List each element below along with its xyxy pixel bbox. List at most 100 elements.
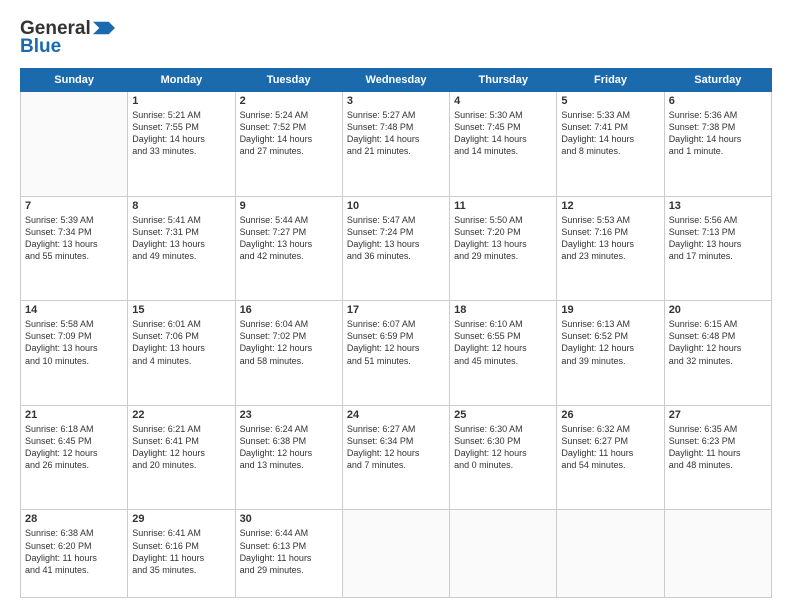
- day-number: 17: [347, 304, 445, 316]
- calendar-table: SundayMondayTuesdayWednesdayThursdayFrid…: [20, 68, 772, 598]
- day-number: 2: [240, 95, 338, 107]
- calendar-cell: 5 Sunrise: 5:33 AM Sunset: 7:41 PM Daylig…: [557, 92, 664, 197]
- day-content: Sunrise: 5:50 AM Sunset: 7:20 PM Dayligh…: [454, 214, 552, 263]
- day-content: Sunrise: 5:39 AM Sunset: 7:34 PM Dayligh…: [25, 214, 123, 263]
- day-number: 8: [132, 200, 230, 212]
- day-content: Sunrise: 5:21 AM Sunset: 7:55 PM Dayligh…: [132, 109, 230, 158]
- calendar-cell: 14Sunrise: 5:58 AM Sunset: 7:09 PM Dayli…: [21, 301, 128, 406]
- day-header-tuesday: Tuesday: [235, 69, 342, 92]
- calendar-cell: [450, 510, 557, 598]
- day-content: Sunrise: 5:33 AM Sunset: 7:41 PM Dayligh…: [561, 109, 659, 158]
- calendar-cell: 4 Sunrise: 5:30 AM Sunset: 7:45 PM Daylig…: [450, 92, 557, 197]
- calendar-cell: 6 Sunrise: 5:36 AM Sunset: 7:38 PM Daylig…: [664, 92, 771, 197]
- day-content: Sunrise: 5:44 AM Sunset: 7:27 PM Dayligh…: [240, 214, 338, 263]
- day-content: Sunrise: 5:36 AM Sunset: 7:38 PM Dayligh…: [669, 109, 767, 158]
- calendar-cell: 25Sunrise: 6:30 AM Sunset: 6:30 PM Dayli…: [450, 405, 557, 510]
- day-content: Sunrise: 5:24 AM Sunset: 7:52 PM Dayligh…: [240, 109, 338, 158]
- day-number: 29: [132, 513, 230, 525]
- day-number: 21: [25, 409, 123, 421]
- day-content: Sunrise: 6:07 AM Sunset: 6:59 PM Dayligh…: [347, 318, 445, 367]
- day-content: Sunrise: 6:21 AM Sunset: 6:41 PM Dayligh…: [132, 423, 230, 472]
- day-number: 22: [132, 409, 230, 421]
- day-number: 13: [669, 200, 767, 212]
- day-number: 11: [454, 200, 552, 212]
- calendar-cell: 16 Sunrise: 6:04 AM Sunset: 7:02 PM Dayli…: [235, 301, 342, 406]
- calendar-cell: 15 Sunrise: 6:01 AM Sunset: 7:06 PM Dayli…: [128, 301, 235, 406]
- day-number: 3: [347, 95, 445, 107]
- day-number: 12: [561, 200, 659, 212]
- logo-arrow-icon: [93, 21, 115, 35]
- calendar-cell: 1 Sunrise: 5:21 AM Sunset: 7:55 PM Daylig…: [128, 92, 235, 197]
- calendar-cell: 29 Sunrise: 6:41 AM Sunset: 6:16 PM Dayli…: [128, 510, 235, 598]
- day-content: Sunrise: 6:10 AM Sunset: 6:55 PM Dayligh…: [454, 318, 552, 367]
- calendar-cell: 2 Sunrise: 5:24 AM Sunset: 7:52 PM Daylig…: [235, 92, 342, 197]
- day-content: Sunrise: 6:24 AM Sunset: 6:38 PM Dayligh…: [240, 423, 338, 472]
- day-number: 28: [25, 513, 123, 525]
- day-content: Sunrise: 6:35 AM Sunset: 6:23 PM Dayligh…: [669, 423, 767, 472]
- day-header-thursday: Thursday: [450, 69, 557, 92]
- logo: General Blue: [20, 18, 115, 58]
- calendar-cell: [21, 92, 128, 197]
- day-header-friday: Friday: [557, 69, 664, 92]
- day-number: 27: [669, 409, 767, 421]
- day-number: 1: [132, 95, 230, 107]
- day-header-wednesday: Wednesday: [342, 69, 449, 92]
- calendar-week-1: 1 Sunrise: 5:21 AM Sunset: 7:55 PM Daylig…: [21, 92, 772, 197]
- calendar-cell: 18 Sunrise: 6:10 AM Sunset: 6:55 PM Dayli…: [450, 301, 557, 406]
- day-content: Sunrise: 6:18 AM Sunset: 6:45 PM Dayligh…: [25, 423, 123, 472]
- calendar-cell: 26 Sunrise: 6:32 AM Sunset: 6:27 PM Dayli…: [557, 405, 664, 510]
- calendar-body: 1 Sunrise: 5:21 AM Sunset: 7:55 PM Daylig…: [21, 92, 772, 598]
- day-number: 16: [240, 304, 338, 316]
- calendar-cell: 22 Sunrise: 6:21 AM Sunset: 6:41 PM Dayli…: [128, 405, 235, 510]
- logo-blue: Blue: [20, 36, 61, 58]
- day-number: 20: [669, 304, 767, 316]
- day-content: Sunrise: 5:58 AM Sunset: 7:09 PM Dayligh…: [25, 318, 123, 367]
- day-content: Sunrise: 6:32 AM Sunset: 6:27 PM Dayligh…: [561, 423, 659, 472]
- day-content: Sunrise: 5:27 AM Sunset: 7:48 PM Dayligh…: [347, 109, 445, 158]
- calendar-week-3: 14Sunrise: 5:58 AM Sunset: 7:09 PM Dayli…: [21, 301, 772, 406]
- day-content: Sunrise: 6:38 AM Sunset: 6:20 PM Dayligh…: [25, 527, 123, 576]
- calendar-cell: [664, 510, 771, 598]
- day-content: Sunrise: 5:56 AM Sunset: 7:13 PM Dayligh…: [669, 214, 767, 263]
- calendar-cell: 24Sunrise: 6:27 AM Sunset: 6:34 PM Dayli…: [342, 405, 449, 510]
- day-number: 19: [561, 304, 659, 316]
- calendar-cell: 27 Sunrise: 6:35 AM Sunset: 6:23 PM Dayli…: [664, 405, 771, 510]
- calendar-cell: 17 Sunrise: 6:07 AM Sunset: 6:59 PM Dayli…: [342, 301, 449, 406]
- day-content: Sunrise: 6:15 AM Sunset: 6:48 PM Dayligh…: [669, 318, 767, 367]
- calendar-header-row: SundayMondayTuesdayWednesdayThursdayFrid…: [21, 69, 772, 92]
- day-content: Sunrise: 6:41 AM Sunset: 6:16 PM Dayligh…: [132, 527, 230, 576]
- day-number: 9: [240, 200, 338, 212]
- calendar-cell: 21 Sunrise: 6:18 AM Sunset: 6:45 PM Dayli…: [21, 405, 128, 510]
- day-number: 23: [240, 409, 338, 421]
- page: General Blue SundayMondayTuesdayWednesda…: [0, 0, 792, 612]
- day-number: 15: [132, 304, 230, 316]
- day-number: 5: [561, 95, 659, 107]
- day-number: 10: [347, 200, 445, 212]
- day-number: 18: [454, 304, 552, 316]
- calendar-cell: 20 Sunrise: 6:15 AM Sunset: 6:48 PM Dayli…: [664, 301, 771, 406]
- day-number: 6: [669, 95, 767, 107]
- day-content: Sunrise: 5:30 AM Sunset: 7:45 PM Dayligh…: [454, 109, 552, 158]
- day-header-sunday: Sunday: [21, 69, 128, 92]
- header: General Blue: [20, 18, 772, 58]
- day-number: 4: [454, 95, 552, 107]
- day-content: Sunrise: 6:27 AM Sunset: 6:34 PM Dayligh…: [347, 423, 445, 472]
- day-number: 7: [25, 200, 123, 212]
- day-content: Sunrise: 6:01 AM Sunset: 7:06 PM Dayligh…: [132, 318, 230, 367]
- day-number: 26: [561, 409, 659, 421]
- calendar-cell: 13 Sunrise: 5:56 AM Sunset: 7:13 PM Dayli…: [664, 196, 771, 301]
- day-header-saturday: Saturday: [664, 69, 771, 92]
- day-content: Sunrise: 6:04 AM Sunset: 7:02 PM Dayligh…: [240, 318, 338, 367]
- calendar-week-5: 28 Sunrise: 6:38 AM Sunset: 6:20 PM Dayli…: [21, 510, 772, 598]
- day-content: Sunrise: 6:30 AM Sunset: 6:30 PM Dayligh…: [454, 423, 552, 472]
- calendar-cell: 11 Sunrise: 5:50 AM Sunset: 7:20 PM Dayli…: [450, 196, 557, 301]
- calendar-cell: [342, 510, 449, 598]
- calendar-week-4: 21 Sunrise: 6:18 AM Sunset: 6:45 PM Dayli…: [21, 405, 772, 510]
- calendar-cell: 12 Sunrise: 5:53 AM Sunset: 7:16 PM Dayli…: [557, 196, 664, 301]
- day-header-monday: Monday: [128, 69, 235, 92]
- calendar-cell: 28 Sunrise: 6:38 AM Sunset: 6:20 PM Dayli…: [21, 510, 128, 598]
- day-content: Sunrise: 5:53 AM Sunset: 7:16 PM Dayligh…: [561, 214, 659, 263]
- calendar-cell: 10Sunrise: 5:47 AM Sunset: 7:24 PM Dayli…: [342, 196, 449, 301]
- day-content: Sunrise: 5:41 AM Sunset: 7:31 PM Dayligh…: [132, 214, 230, 263]
- day-content: Sunrise: 6:44 AM Sunset: 6:13 PM Dayligh…: [240, 527, 338, 576]
